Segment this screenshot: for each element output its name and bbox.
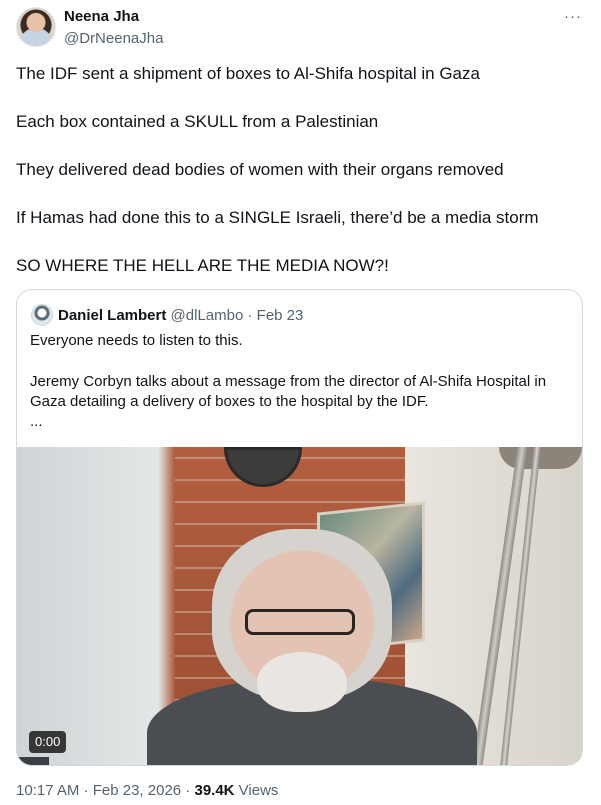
more-options-icon[interactable]: ··· (562, 9, 584, 26)
avatar[interactable] (16, 7, 56, 47)
quoted-author-handle[interactable]: @dlLambo (171, 307, 244, 324)
video-person-glasses (245, 609, 355, 635)
video-person-beard (257, 652, 347, 712)
quoted-text-line: Jeremy Corbyn talks about a message from… (30, 373, 547, 390)
quoted-text-line: ... (30, 413, 43, 430)
video-watermark (17, 757, 49, 765)
quoted-tweet[interactable]: Daniel Lambert @dlLambo · Feb 23 Everyon… (16, 289, 583, 766)
tweet-text-line: The IDF sent a shipment of boxes to Al-S… (16, 64, 480, 83)
quoted-date[interactable]: Feb 23 (257, 307, 304, 324)
video-player[interactable]: 0:00 (17, 447, 582, 765)
separator: · (181, 782, 195, 799)
tweet-text-line: If Hamas had done this to a SINGLE Israe… (16, 208, 539, 227)
views-count[interactable]: 39.4K (194, 782, 234, 799)
author-handle[interactable]: @DrNeenaJha (64, 30, 163, 47)
tweet-text-line: They delivered dead bodies of women with… (16, 160, 504, 179)
quoted-header: Daniel Lambert @dlLambo · Feb 23 (58, 307, 303, 324)
video-lamp-head (499, 447, 582, 469)
author-name[interactable]: Neena Jha (64, 8, 139, 25)
post-time[interactable]: 10:17 AM (16, 782, 79, 799)
quoted-text-line: Gaza detailing a delivery of boxes to th… (30, 393, 429, 410)
tweet-text-line: SO WHERE THE HELL ARE THE MEDIA NOW?! (16, 256, 389, 275)
tweet: Neena Jha @DrNeenaJha ··· The IDF sent a… (0, 0, 601, 805)
post-date[interactable]: Feb 23, 2026 (93, 782, 181, 799)
separator: · (79, 782, 93, 799)
separator: · (243, 307, 257, 324)
tweet-text-line: Each box contained a SKULL from a Palest… (16, 112, 379, 131)
tweet-footer: 10:17 AM · Feb 23, 2026 · 39.4K Views (16, 782, 278, 799)
quoted-author-name[interactable]: Daniel Lambert (58, 307, 166, 324)
views-label: Views (234, 782, 279, 799)
quoted-text-line: Everyone needs to listen to this. (30, 332, 243, 349)
quoted-avatar[interactable] (31, 304, 53, 326)
video-timestamp: 0:00 (29, 731, 67, 753)
